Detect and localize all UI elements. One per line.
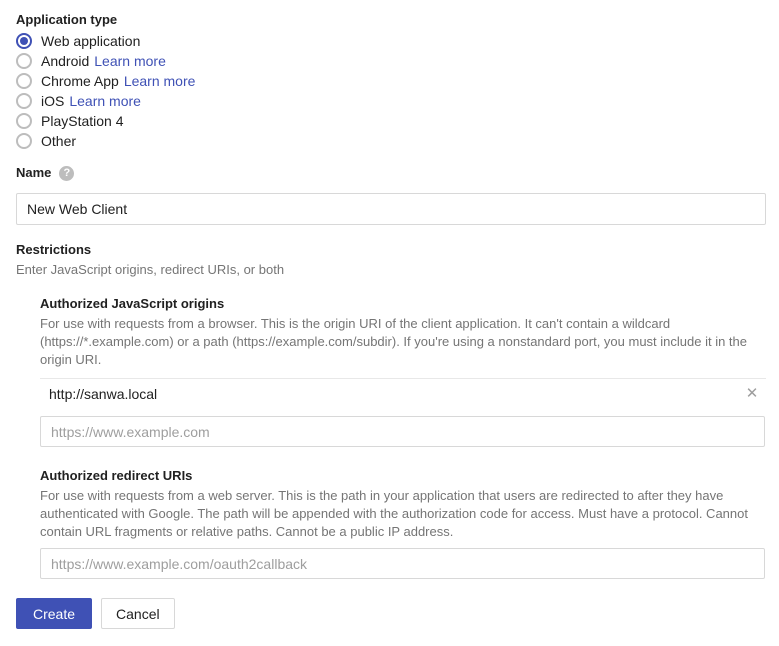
radio-row-web-application[interactable]: Web application	[16, 31, 756, 51]
redirect-uris-input[interactable]	[40, 548, 765, 579]
radio-row-chrome-app[interactable]: Chrome App Learn more	[16, 71, 756, 91]
javascript-origins-description: For use with requests from a browser. Th…	[40, 316, 747, 367]
learn-more-link-android[interactable]: Learn more	[94, 51, 166, 71]
restrictions-helper-text: Enter JavaScript origins, redirect URIs,…	[16, 262, 285, 277]
radio-label: Web application	[41, 33, 141, 49]
name-label: Name	[16, 165, 52, 180]
restrictions-section: Restrictions Enter JavaScript origins, r…	[16, 241, 766, 579]
learn-more-link-ios[interactable]: Learn more	[69, 91, 141, 111]
radio-label: PlayStation 4	[41, 113, 124, 129]
cancel-button[interactable]: Cancel	[101, 598, 175, 629]
javascript-origins-group: Authorized JavaScript origins For use wi…	[40, 295, 766, 447]
radio-label: Other	[41, 133, 77, 149]
javascript-origins-title: Authorized JavaScript origins	[40, 296, 225, 311]
radio-button-icon[interactable]	[16, 93, 32, 109]
radio-button-icon[interactable]	[16, 133, 32, 149]
create-button[interactable]: Create	[16, 598, 93, 629]
radio-row-other[interactable]: Other	[16, 131, 756, 151]
application-type-radio-group[interactable]: Web application Android Learn more Chrom…	[16, 31, 756, 151]
learn-more-link-chrome-app[interactable]: Learn more	[124, 71, 196, 91]
javascript-origin-entry-row: http://sanwa.local ✕	[40, 378, 766, 409]
name-header: Name ?	[16, 164, 766, 182]
radio-label: Chrome App	[41, 73, 119, 89]
oauth-client-create-form: Application type Web application Android…	[0, 0, 779, 646]
radio-button-icon[interactable]	[16, 33, 32, 49]
radio-row-ios[interactable]: iOS Learn more	[16, 91, 756, 111]
radio-button-icon[interactable]	[16, 73, 32, 89]
redirect-uris-description: For use with requests from a web server.…	[40, 488, 748, 539]
radio-row-playstation-4[interactable]: PlayStation 4	[16, 111, 756, 131]
name-section: Name ?	[16, 164, 766, 225]
radio-label: iOS	[41, 93, 65, 109]
application-type-heading: Application type	[16, 12, 118, 27]
javascript-origin-value: http://sanwa.local	[49, 385, 158, 402]
radio-button-icon[interactable]	[16, 53, 32, 69]
radio-button-icon[interactable]	[16, 113, 32, 129]
radio-row-android[interactable]: Android Learn more	[16, 51, 756, 71]
restrictions-heading: Restrictions	[16, 242, 92, 257]
javascript-origins-input[interactable]	[40, 416, 765, 447]
form-actions: Create Cancel	[16, 598, 175, 629]
close-icon[interactable]: ✕	[741, 383, 763, 405]
redirect-uris-group: Authorized redirect URIs For use with re…	[40, 467, 766, 579]
name-input[interactable]	[16, 193, 766, 225]
help-icon[interactable]: ?	[59, 165, 75, 181]
radio-label: Android	[41, 53, 90, 69]
redirect-uris-title: Authorized redirect URIs	[40, 468, 193, 483]
application-type-section: Application type Web application Android…	[16, 11, 756, 151]
